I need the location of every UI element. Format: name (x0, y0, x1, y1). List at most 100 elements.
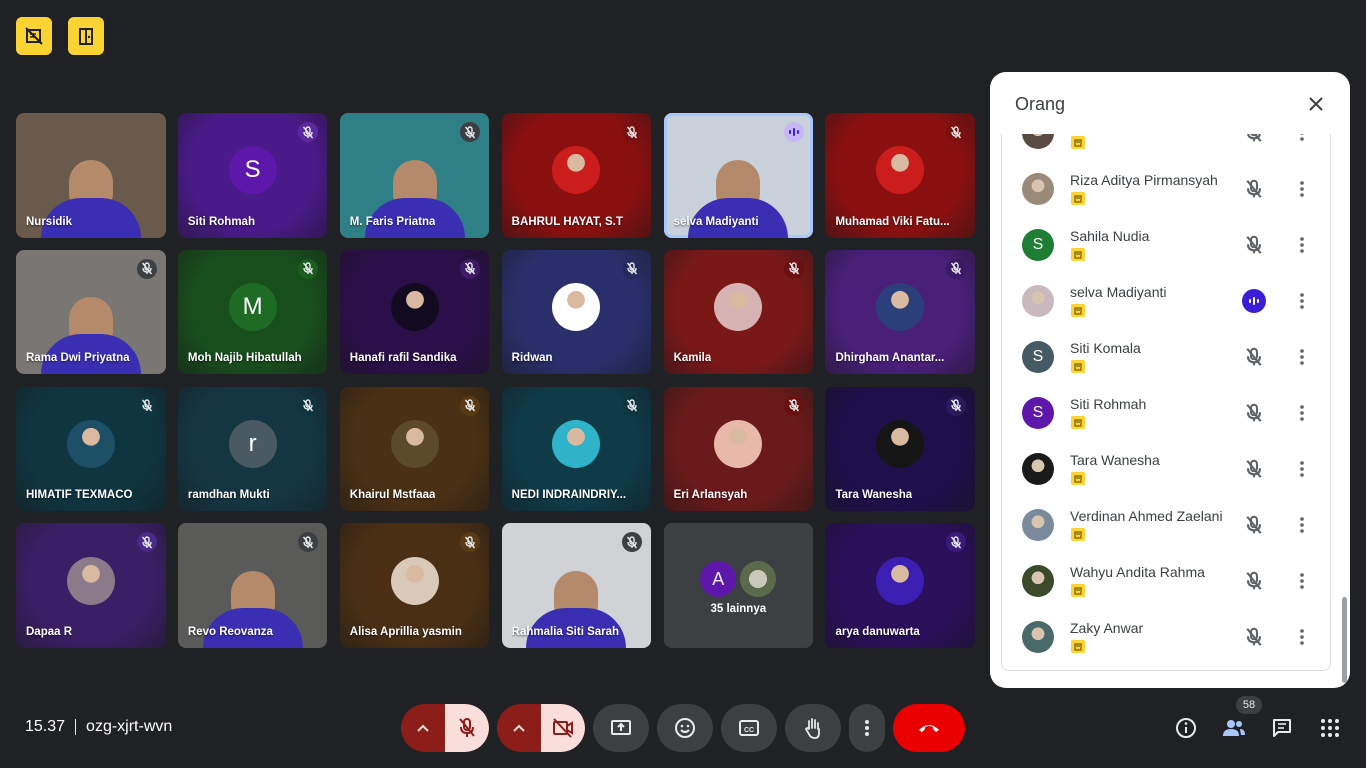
participant-tile[interactable]: Revo Reovanza (177, 523, 328, 648)
participant-tile[interactable]: Dapaa R (16, 523, 166, 648)
participant-tile[interactable]: S Siti Rohmah (177, 113, 328, 238)
activities-button[interactable] (1314, 712, 1346, 744)
more-vert-icon[interactable] (1292, 345, 1312, 369)
participant-tile[interactable]: NEDI INDRAINDRIY... (501, 386, 652, 512)
chat-button[interactable] (1266, 712, 1298, 744)
meeting-time: 15.37 (25, 718, 66, 735)
participant-tile[interactable]: Rahmalia Siti Sarah (501, 523, 652, 648)
participant-tile[interactable]: Alisa Aprillia yasmin (339, 523, 490, 648)
captions-button[interactable]: CC (721, 704, 777, 752)
raise-hand-button[interactable] (785, 704, 841, 752)
chevron-up-icon[interactable] (497, 704, 541, 752)
more-options-button[interactable] (849, 704, 885, 752)
panel-scrollbar[interactable] (1342, 597, 1347, 683)
participant-name: NEDI INDRAINDRIY... (511, 489, 627, 502)
hand-icon (804, 718, 820, 739)
more-vert-icon[interactable] (1292, 233, 1312, 257)
mic-off-icon (136, 395, 157, 416)
participant-tile[interactable]: M. Faris Priatna (339, 113, 490, 238)
participant-tile[interactable]: HIMATIF TEXMACO (16, 386, 166, 512)
people-list[interactable]: Riza Aditya Pirmansyah S Sahila Nudia selva… (1001, 134, 1331, 671)
mic-off-icon[interactable] (1242, 457, 1266, 481)
more-vert-icon[interactable] (1292, 625, 1312, 649)
mic-off-icon (945, 395, 966, 416)
chevron-up-icon[interactable] (401, 704, 445, 752)
participant-row[interactable]: Tara Wanesha (1002, 442, 1330, 498)
more-vert-icon[interactable] (1292, 401, 1312, 425)
participant-tile[interactable]: BAHRUL HAYAT, S.T (501, 113, 652, 238)
mic-off-icon[interactable] (1242, 345, 1266, 369)
participant-tile[interactable]: A 35 lainnya (663, 523, 814, 648)
participant-tile[interactable]: Ridwan (501, 249, 652, 375)
participant-name: Rama Dwi Priyatna (26, 352, 130, 365)
participant-tile[interactable]: Hanafi rafil Sandika (339, 249, 490, 375)
more-vert-icon[interactable] (1292, 569, 1312, 593)
panel-title: Orang (1015, 94, 1066, 114)
end-call-button[interactable] (893, 704, 965, 752)
camera-off-icon[interactable] (541, 704, 585, 752)
mic-off-icon[interactable] (1242, 233, 1266, 257)
participant-name: Dapaa R (26, 625, 73, 638)
participant-tile[interactable]: Tara Wanesha (825, 386, 975, 512)
participant-name: Nursidik (26, 215, 73, 228)
breakout-room-icon[interactable] (68, 17, 104, 55)
more-vert-icon[interactable] (1292, 177, 1312, 201)
participant-row[interactable]: S Siti Rohmah (1002, 386, 1330, 442)
participant-row[interactable]: Wahyu Andita Rahma (1002, 554, 1330, 610)
participant-row[interactable]: S Sahila Nudia (1002, 218, 1330, 274)
mic-off-icon[interactable] (1242, 625, 1266, 649)
more-vert-icon[interactable] (1292, 134, 1312, 145)
more-vert-icon[interactable] (1292, 513, 1312, 537)
avatar (552, 419, 601, 468)
no-video-layout-icon[interactable] (16, 17, 52, 55)
more-vert-icon[interactable] (1292, 457, 1312, 481)
mic-off-icon (622, 395, 643, 416)
mic-off-icon (298, 258, 319, 279)
participant-tile[interactable]: M Moh Najib Hibatullah (177, 249, 328, 375)
participant-tile[interactable]: Dhirgham Anantar... (825, 249, 975, 375)
participant-tile[interactable]: Khairul Mstfaaa (339, 386, 490, 512)
avatar (390, 419, 439, 468)
participant-row[interactable]: selva Madiyanti (1002, 274, 1330, 330)
mic-off-icon[interactable] (445, 704, 489, 752)
meeting-details-button[interactable] (1170, 712, 1202, 744)
participant-tile[interactable]: Muhamad Viki Fatu... (825, 113, 975, 238)
participant-tile[interactable]: r ramdhan Mukti (177, 386, 328, 512)
divider (75, 719, 77, 735)
avatar (1022, 285, 1054, 317)
reactions-button[interactable] (657, 704, 713, 752)
close-icon[interactable] (1304, 92, 1328, 116)
mic-off-icon (298, 532, 319, 553)
mic-off-icon[interactable] (1242, 569, 1266, 593)
participant-row[interactable]: S Siti Komala (1002, 330, 1330, 386)
participant-tile[interactable]: Rama Dwi Priyatna (16, 249, 166, 375)
avatar: r (228, 419, 277, 468)
participant-row[interactable]: Riza Aditya Pirmansyah (1002, 162, 1330, 218)
people-button[interactable] (1218, 712, 1250, 744)
participant-tile[interactable]: Kamila (663, 249, 814, 375)
participant-tile[interactable]: Eri Arlansyah (663, 386, 814, 512)
mic-off-icon[interactable] (1242, 134, 1266, 145)
avatar (552, 283, 601, 332)
mic-off-icon[interactable] (1242, 177, 1266, 201)
participant-name: BAHRUL HAYAT, S.T (511, 215, 623, 228)
avatar-letter: S (244, 156, 261, 184)
participant-name: Revo Reovanza (187, 625, 273, 638)
avatar: S (228, 146, 277, 195)
mic-off-icon[interactable] (1242, 401, 1266, 425)
participant-name: Tara Wanesha (1070, 452, 1160, 468)
participant-row[interactable]: Zaky Anwar (1002, 610, 1330, 666)
participant-name: Dhirgham Anantar... (835, 352, 945, 365)
more-vert-icon[interactable] (1292, 289, 1312, 313)
participant-row[interactable]: Verdinan Ahmed Zaelani (1002, 498, 1330, 554)
avatar (1022, 565, 1054, 597)
participant-tile[interactable]: arya danuwarta (825, 523, 975, 648)
present-button[interactable] (593, 704, 649, 752)
mic-off-icon[interactable] (1242, 513, 1266, 537)
participant-name: Kamila (673, 352, 712, 365)
participant-row[interactable] (1002, 134, 1330, 162)
participant-tile[interactable]: Nursidik (16, 113, 166, 238)
participant-tile[interactable]: selva Madiyanti (663, 113, 814, 238)
participant-name: Muhamad Viki Fatu... (835, 215, 950, 228)
host-badge-icon (1071, 640, 1085, 653)
